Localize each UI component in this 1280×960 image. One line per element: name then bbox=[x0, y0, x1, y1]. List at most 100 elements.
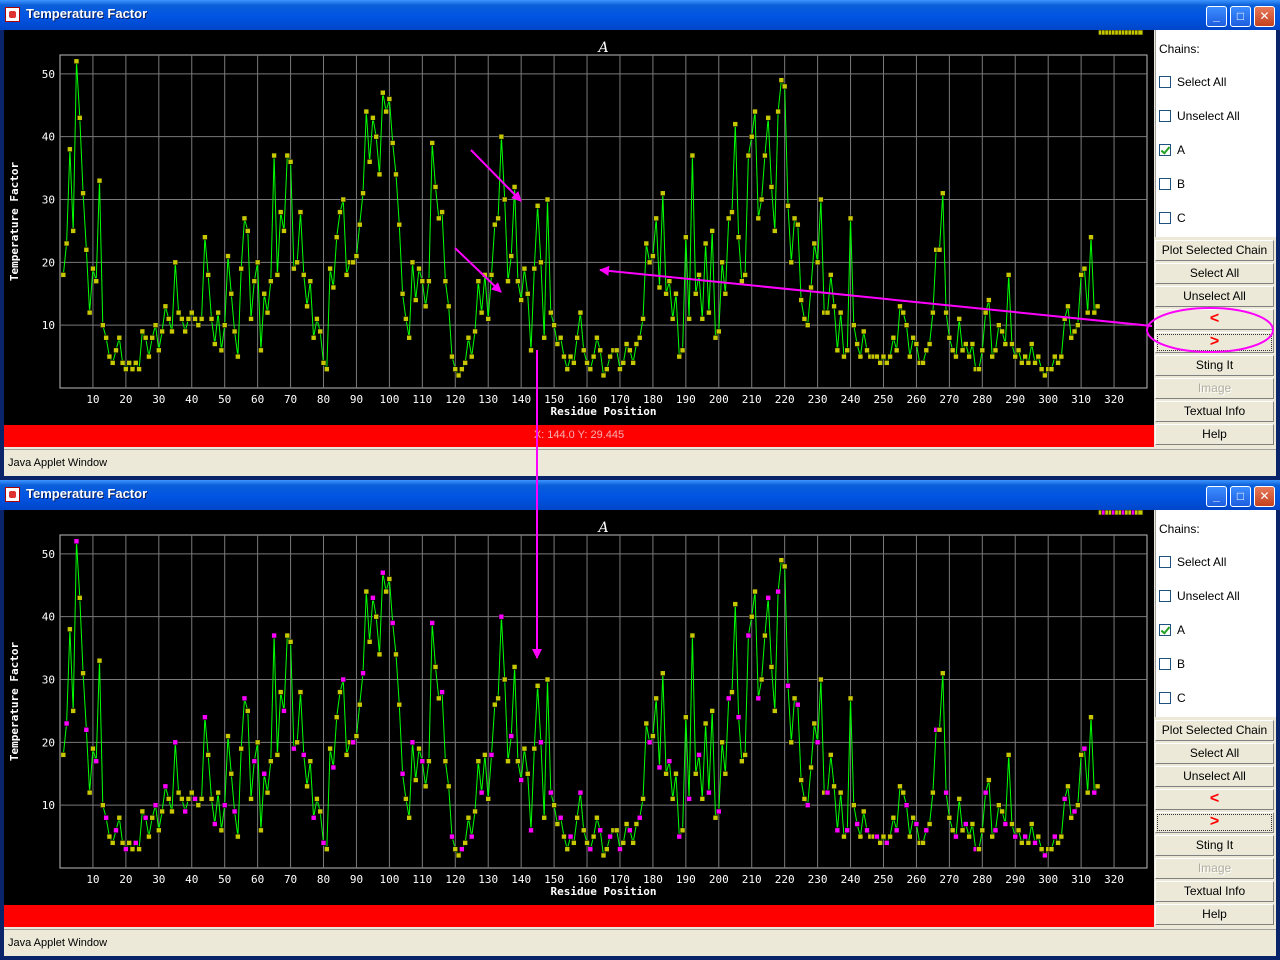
data-point bbox=[630, 840, 636, 846]
java-app-icon[interactable] bbox=[5, 7, 20, 22]
data-point bbox=[854, 341, 860, 347]
data-point bbox=[406, 334, 412, 341]
data-point bbox=[258, 827, 264, 834]
data-point bbox=[1075, 802, 1081, 808]
data-point bbox=[429, 140, 436, 146]
data-point bbox=[380, 569, 386, 576]
checkbox-icon[interactable] bbox=[1159, 658, 1171, 670]
data-point bbox=[268, 278, 274, 284]
data-point bbox=[1055, 840, 1061, 846]
data-point bbox=[696, 272, 702, 278]
textual-info-button[interactable]: Textual Info bbox=[1155, 881, 1274, 902]
textual-info-button[interactable]: Textual Info bbox=[1155, 401, 1274, 422]
temperature-factor-plot[interactable]: 10 20 30 40 50 60 70 80 90 100 110 120 130 140 150 160 1… bbox=[4, 510, 1154, 905]
data-point bbox=[623, 821, 630, 827]
checkbox-icon[interactable] bbox=[1159, 178, 1171, 190]
data-point bbox=[686, 316, 692, 322]
data-point bbox=[709, 708, 716, 714]
data-point bbox=[281, 708, 287, 714]
checkbox-icon[interactable] bbox=[1159, 110, 1171, 122]
chart-svg[interactable]: 10 20 30 40 50 60 70 80 90 100 110 120 130 140 150 160 1… bbox=[4, 510, 1154, 905]
select-all-button[interactable]: Select All bbox=[1155, 263, 1274, 284]
data-point bbox=[291, 745, 297, 752]
data-point bbox=[300, 272, 307, 278]
checkbox-checked-icon[interactable] bbox=[1159, 624, 1171, 636]
help-button[interactable]: Help bbox=[1155, 904, 1274, 925]
plot-selected-chain-button[interactable]: Plot Selected Chain bbox=[1155, 720, 1274, 741]
x-tick-label: 260 bbox=[906, 393, 926, 406]
checkbox-icon[interactable] bbox=[1159, 76, 1171, 88]
data-point bbox=[212, 341, 218, 347]
chains-list[interactable]: Chains: Select All Unselect All A B C bbox=[1155, 510, 1276, 717]
data-point bbox=[119, 360, 126, 366]
java-app-icon[interactable] bbox=[5, 487, 20, 502]
data-point bbox=[330, 284, 337, 291]
chains-list[interactable]: Chains: Select All Unselect All A B C bbox=[1155, 30, 1276, 237]
data-point bbox=[505, 278, 511, 284]
data-point bbox=[541, 814, 548, 821]
data-point bbox=[363, 588, 370, 595]
x-tick-label: 80 bbox=[317, 393, 330, 406]
data-point bbox=[251, 278, 258, 284]
data-point bbox=[264, 309, 271, 316]
sting-it-button[interactable]: Sting It bbox=[1155, 835, 1274, 856]
data-point bbox=[218, 347, 225, 354]
checkbox-checked-icon[interactable] bbox=[1159, 144, 1171, 156]
checkbox-label: B bbox=[1177, 657, 1186, 671]
data-point bbox=[804, 322, 811, 328]
data-point bbox=[1025, 840, 1032, 846]
checkbox-icon[interactable] bbox=[1159, 212, 1171, 224]
unselect-all-button[interactable]: Unselect All bbox=[1155, 766, 1274, 787]
status-bar: X: 144.0 Y: 29.445 bbox=[4, 425, 1154, 447]
chart-svg[interactable]: 10 20 30 40 50 60 70 80 90 100 110 120 130 140 150 160 1… bbox=[4, 30, 1154, 425]
help-button[interactable]: Help bbox=[1155, 424, 1274, 445]
unselect-all-button[interactable]: Unselect All bbox=[1155, 286, 1274, 307]
data-point bbox=[366, 639, 373, 645]
data-point bbox=[297, 209, 304, 215]
data-point bbox=[501, 676, 508, 683]
checkbox-icon[interactable] bbox=[1159, 556, 1171, 568]
data-point bbox=[673, 770, 679, 777]
next-button[interactable]: > bbox=[1155, 812, 1274, 833]
data-point bbox=[890, 814, 897, 821]
x-tick-label: 290 bbox=[1005, 873, 1025, 886]
x-tick-label: 280 bbox=[972, 873, 992, 886]
data-point bbox=[60, 272, 67, 278]
title-bar[interactable]: Temperature Factor _ □ ✕ bbox=[0, 0, 1280, 30]
data-point bbox=[679, 827, 686, 834]
data-point bbox=[429, 620, 436, 626]
maximize-icon[interactable]: □ bbox=[1230, 486, 1251, 507]
next-button[interactable]: > bbox=[1155, 332, 1274, 353]
applet-warning-bar: Java Applet Window bbox=[4, 449, 1276, 475]
data-point bbox=[656, 284, 663, 291]
checkbox-label: Unselect All bbox=[1177, 109, 1240, 123]
close-icon[interactable]: ✕ bbox=[1254, 486, 1275, 507]
checkbox-icon[interactable] bbox=[1159, 692, 1171, 704]
data-point bbox=[103, 814, 109, 821]
data-point bbox=[436, 215, 442, 222]
data-point bbox=[422, 303, 429, 310]
data-point bbox=[577, 789, 584, 796]
previous-button[interactable]: < bbox=[1155, 789, 1274, 810]
data-point bbox=[722, 290, 729, 297]
data-point bbox=[712, 334, 719, 341]
x-tick-label: 290 bbox=[1005, 393, 1025, 406]
temperature-factor-plot[interactable]: 10 20 30 40 50 60 70 80 90 100 110 120 130 140 150 160 1… bbox=[4, 30, 1154, 425]
plot-selected-chain-button[interactable]: Plot Selected Chain bbox=[1155, 240, 1274, 261]
title-bar[interactable]: Temperature Factor _ □ ✕ bbox=[0, 480, 1280, 510]
data-point bbox=[557, 814, 564, 821]
close-icon[interactable]: ✕ bbox=[1254, 6, 1275, 27]
select-all-button[interactable]: Select All bbox=[1155, 743, 1274, 764]
maximize-icon[interactable]: □ bbox=[1230, 6, 1251, 27]
data-point bbox=[982, 789, 989, 796]
minimize-icon[interactable]: _ bbox=[1206, 6, 1227, 27]
previous-button[interactable]: < bbox=[1155, 309, 1274, 330]
minimize-icon[interactable]: _ bbox=[1206, 486, 1227, 507]
data-point bbox=[376, 651, 383, 658]
data-point bbox=[574, 334, 580, 341]
applet-window-bottom: Temperature Factor _ □ ✕ 10 20 30 40 50 60 70 8… bbox=[0, 480, 1280, 960]
control-sidebar: Chains: Select All Unselect All A B C Pl… bbox=[1154, 510, 1276, 927]
checkbox-icon[interactable] bbox=[1159, 590, 1171, 602]
data-point bbox=[1091, 309, 1098, 316]
sting-it-button[interactable]: Sting It bbox=[1155, 355, 1274, 376]
